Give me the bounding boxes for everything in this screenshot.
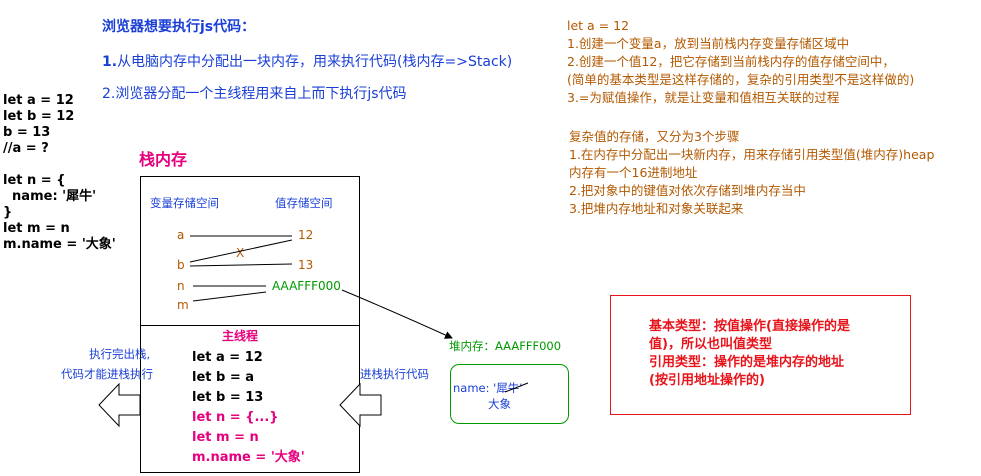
address-to-heap-arrow (341, 289, 453, 339)
exit-stack-arrow-icon (98, 382, 141, 428)
heap-strike-line (504, 382, 529, 393)
link-m-address (192, 291, 267, 302)
diagram-connectors (98, 235, 529, 428)
enter-stack-arrow-icon (339, 382, 382, 428)
link-b-13 (189, 263, 293, 267)
link-b-12 (189, 239, 293, 263)
